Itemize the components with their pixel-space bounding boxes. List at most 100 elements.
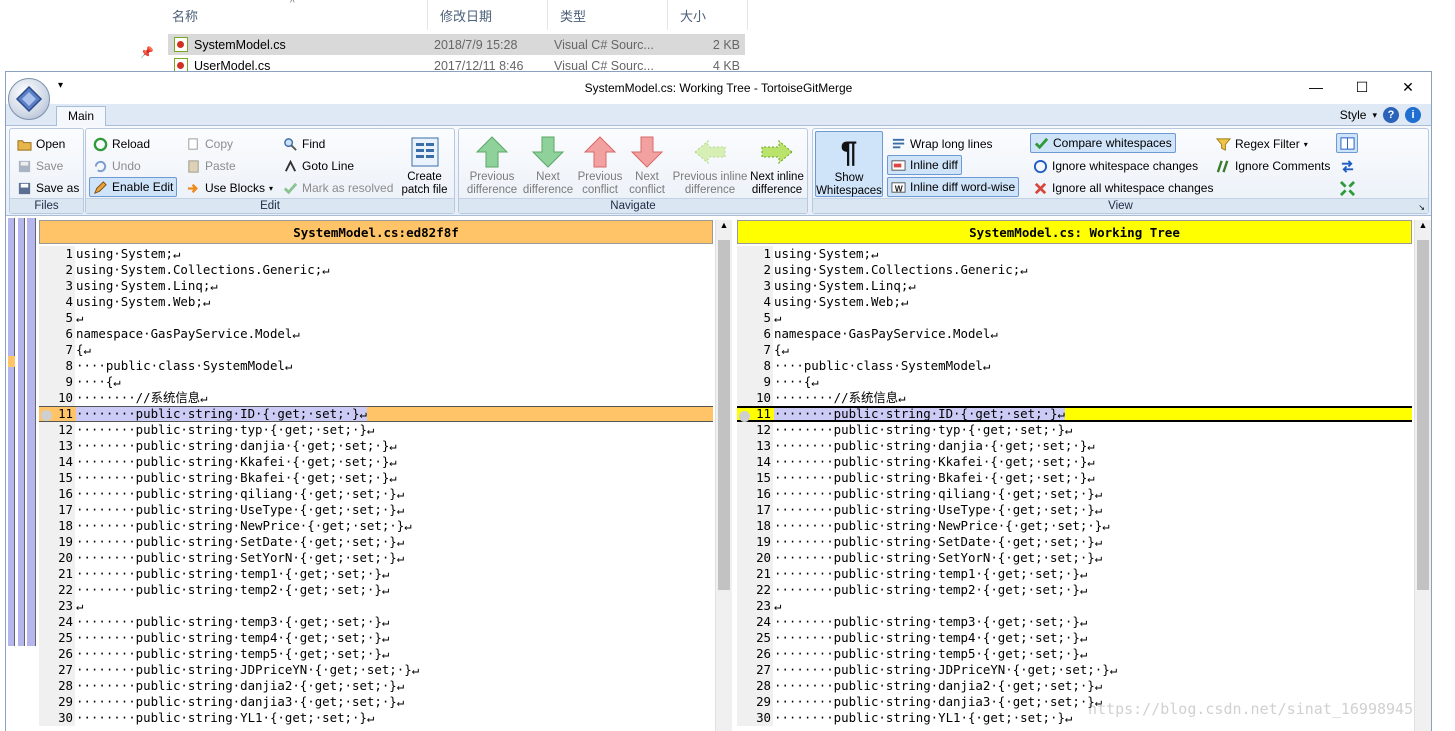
code-line[interactable]: 18 ········public·string·NewPrice·{·get;·… xyxy=(737,518,1412,534)
code-line[interactable]: 23 ↵ xyxy=(737,598,1412,614)
code-line[interactable]: 28 ········public·string·danjia2·{·get;·s… xyxy=(39,678,713,694)
code-line[interactable]: 13 ········public·string·danjia·{·get;·se… xyxy=(39,438,713,454)
swap-panes-button[interactable] xyxy=(1337,156,1358,176)
tab-main[interactable]: Main xyxy=(56,106,106,127)
open-button[interactable]: Open xyxy=(14,134,68,154)
find-button[interactable]: Find xyxy=(280,134,328,154)
column-header-size[interactable]: 大小 xyxy=(668,0,748,30)
previous-difference-button[interactable]: Previous difference xyxy=(463,131,521,197)
code-line[interactable]: 20 ········public·string·SetYorN·{·get;·s… xyxy=(39,550,713,566)
code-line[interactable]: 9 ····{↵ xyxy=(737,374,1412,390)
code-line[interactable]: 17 ········public·string·UseType·{·get;·s… xyxy=(737,502,1412,518)
paste-button[interactable]: Paste xyxy=(183,156,239,176)
left-code-view[interactable]: 1 using·System;↵ 2 using·System.Collections… xyxy=(39,246,713,726)
code-line[interactable]: 6 namespace·GasPayService.Model↵ xyxy=(39,326,713,342)
code-line[interactable]: 4 using·System.Web;↵ xyxy=(39,294,713,310)
column-header-type[interactable]: 类型 xyxy=(548,0,668,30)
code-line[interactable]: 14 ········public·string·Kkafei·{·get;·se… xyxy=(737,454,1412,470)
code-line[interactable]: 19 ········public·string·SetDate·{·get;·s… xyxy=(737,534,1412,550)
code-line[interactable]: 24 ········public·string·temp3·{·get;·set… xyxy=(39,614,713,630)
inline-diff-button[interactable]: Inline diff xyxy=(887,155,962,175)
code-line[interactable]: 7 {↵ xyxy=(737,342,1412,358)
code-line[interactable]: 2 using·System.Collections.Generic;↵ xyxy=(737,262,1412,278)
code-line[interactable]: 28 ········public·string·danjia2·{·get;·s… xyxy=(737,678,1412,694)
next-conflict-button[interactable]: Next conflict xyxy=(625,131,669,197)
code-line[interactable]: 6 namespace·GasPayService.Model↵ xyxy=(737,326,1412,342)
pin-icon[interactable]: 📌 xyxy=(140,46,154,59)
use-blocks-button[interactable]: Use Blocks ▾ xyxy=(183,178,276,198)
dialog-launcher-icon[interactable]: ↘ xyxy=(1418,203,1425,212)
previous-inline-difference-button[interactable]: Previous inline difference xyxy=(670,131,750,197)
code-line[interactable]: 22 ········public·string·temp2·{·get;·set… xyxy=(39,582,713,598)
ignore-comments-button[interactable]: Ignore Comments xyxy=(1213,156,1333,176)
right-code-view[interactable]: 1 using·System;↵ 2 using·System.Collections… xyxy=(737,246,1412,726)
compare-whitespaces-button[interactable]: Compare whitespaces xyxy=(1030,133,1176,153)
code-line[interactable]: 16 ········public·string·qiliang·{·get;·s… xyxy=(737,486,1412,502)
code-line[interactable]: 25 ········public·string·temp4·{·get;·set… xyxy=(737,630,1412,646)
code-line[interactable]: 26 ········public·string·temp5·{·get;·set… xyxy=(39,646,713,662)
code-line[interactable]: 7 {↵ xyxy=(39,342,713,358)
code-line[interactable]: 8 ····public·class·SystemModel↵ xyxy=(737,358,1412,374)
code-line[interactable]: 19 ········public·string·SetDate·{·get;·s… xyxy=(39,534,713,550)
file-row[interactable]: SystemModel.cs 2018/7/9 15:28 Visual C# … xyxy=(168,34,745,55)
code-line[interactable]: 12 ········public·string·typ·{·get;·set;·… xyxy=(737,422,1412,438)
show-whitespaces-button[interactable]: ¶ Show Whitespaces xyxy=(815,131,883,197)
close-button[interactable]: ✕ xyxy=(1385,72,1431,102)
code-line[interactable]: 10 ········//系统信息↵ xyxy=(737,390,1412,406)
code-line[interactable]: 13 ········public·string·danjia·{·get;·se… xyxy=(737,438,1412,454)
code-line[interactable]: 29 ········public·string·danjia3·{·get;·s… xyxy=(39,694,713,710)
regex-filter-button[interactable]: Regex Filter ▾ xyxy=(1213,134,1311,154)
copy-button[interactable]: Copy xyxy=(183,134,236,154)
code-line[interactable]: 21 ········public·string·temp1·{·get;·set… xyxy=(737,566,1412,582)
column-header-date[interactable]: 修改日期 xyxy=(428,0,548,30)
next-difference-button[interactable]: Next difference xyxy=(522,131,574,197)
code-line[interactable]: 16 ········public·string·qiliang·{·get;·s… xyxy=(39,486,713,502)
reload-button[interactable]: Reload xyxy=(90,134,153,154)
code-line[interactable]: 14 ········public·string·Kkafei·{·get;·se… xyxy=(39,454,713,470)
code-line[interactable]: 21 ········public·string·temp1·{·get;·set… xyxy=(39,566,713,582)
code-line[interactable]: 15 ········public·string·Bkafei·{·get;·se… xyxy=(737,470,1412,486)
code-line[interactable]: 18 ········public·string·NewPrice·{·get;·… xyxy=(39,518,713,534)
save-button[interactable]: Save xyxy=(14,156,66,176)
ignore-all-whitespace-button[interactable]: Ignore all whitespace changes xyxy=(1030,178,1216,198)
code-line[interactable]: 27 ········public·string·JDPriceYN·{·get;… xyxy=(39,662,713,678)
code-line[interactable]: 30 ········public·string·YL1·{·get;·set;·… xyxy=(39,710,713,726)
right-scrollbar[interactable]: ▲ xyxy=(1414,220,1431,731)
app-menu-button[interactable] xyxy=(8,78,50,120)
code-line[interactable]: 3 using·System.Linq;↵ xyxy=(737,278,1412,294)
help-icon[interactable]: ? xyxy=(1383,107,1399,123)
code-line[interactable]: 22 ········public·string·temp2·{·get;·set… xyxy=(737,582,1412,598)
mark-resolved-button[interactable]: Mark as resolved xyxy=(280,178,396,198)
code-line[interactable]: 23 ↵ xyxy=(39,598,713,614)
minimize-button[interactable]: — xyxy=(1293,72,1339,102)
code-line[interactable]: 27 ········public·string·JDPriceYN·{·get;… xyxy=(737,662,1412,678)
code-line[interactable]: 17 ········public·string·UseType·{·get;·s… xyxy=(39,502,713,518)
style-dropdown[interactable]: Style xyxy=(1340,108,1367,122)
save-as-button[interactable]: Save as xyxy=(14,178,82,198)
code-line[interactable]: 4 using·System.Web;↵ xyxy=(737,294,1412,310)
inline-diff-word-wise-button[interactable]: W Inline diff word-wise xyxy=(887,177,1020,197)
location-bar[interactable] xyxy=(6,218,39,731)
create-patch-button[interactable]: Create patch file xyxy=(397,131,452,197)
code-line[interactable]: 26 ········public·string·temp5·{·get;·set… xyxy=(737,646,1412,662)
left-scrollbar-thumb[interactable] xyxy=(718,240,730,590)
next-inline-difference-button[interactable]: Next inline difference xyxy=(749,131,805,197)
left-scrollbar[interactable]: ▲ xyxy=(715,220,732,731)
code-line[interactable]: 25 ········public·string·temp4·{·get;·set… xyxy=(39,630,713,646)
code-line[interactable]: 11 ········public·string·ID·{·get;·set;·}… xyxy=(737,406,1412,422)
code-line[interactable]: 1 using·System;↵ xyxy=(737,246,1412,262)
code-line[interactable]: 12 ········public·string·typ·{·get;·set;·… xyxy=(39,422,713,438)
layout-toggle-button[interactable] xyxy=(1336,133,1358,153)
wrap-long-lines-button[interactable]: Wrap long lines xyxy=(888,134,996,154)
right-scrollbar-thumb[interactable] xyxy=(1417,240,1429,590)
info-icon[interactable]: i xyxy=(1405,107,1421,123)
maximize-button[interactable]: ☐ xyxy=(1339,72,1385,102)
code-line[interactable]: 24 ········public·string·temp3·{·get;·set… xyxy=(737,614,1412,630)
code-line[interactable]: 2 using·System.Collections.Generic;↵ xyxy=(39,262,713,278)
code-line[interactable]: 11 ········public·string·ID·{·get;·set;·}… xyxy=(39,406,713,422)
title-bar[interactable]: ▾ SystemModel.cs: Working Tree - Tortois… xyxy=(6,72,1431,120)
goto-line-button[interactable]: Goto Line xyxy=(280,156,357,176)
code-line[interactable]: 5 ↵ xyxy=(39,310,713,326)
code-line[interactable]: 9 ····{↵ xyxy=(39,374,713,390)
undo-button[interactable]: Undo xyxy=(90,156,144,176)
